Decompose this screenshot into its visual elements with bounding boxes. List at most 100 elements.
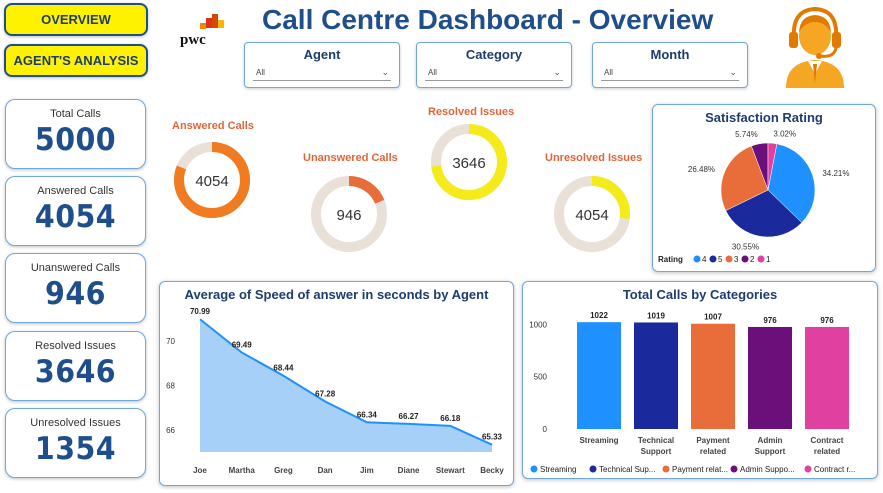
bar-legend-item[interactable]: Payment relat... <box>672 465 728 474</box>
y-tick-label: 66 <box>166 426 175 435</box>
satisfaction-pie-chart: 34.21% 30.55% 26.48% 5.74% 3.02% Rating 4 5 3 2 1 <box>658 129 849 264</box>
y-tick-label: 0 <box>543 425 548 434</box>
speed-of-answer-panel: Average of Speed of answer in seconds by… <box>159 281 514 486</box>
area-data-label: 68.44 <box>273 364 294 373</box>
legend-marker <box>804 465 812 473</box>
donut-value: 3646 <box>452 155 485 172</box>
kpi-value: 5000 <box>34 122 117 158</box>
x-tick-label: Dan <box>318 466 333 475</box>
kpi-label: Unanswered Calls <box>30 262 121 274</box>
x-tick-label: Diane <box>398 466 420 475</box>
pie-legend-item[interactable]: 5 <box>718 255 723 264</box>
kpi-card-unanswered-calls: Unanswered Calls 946 <box>5 253 146 323</box>
chevron-down-icon[interactable]: ⌄ <box>553 65 561 79</box>
bar-technical-support[interactable] <box>634 322 678 429</box>
x-tick-label: Support <box>641 447 672 456</box>
x-tick-label: Contract <box>811 436 844 445</box>
call-center-agent-headset-icon <box>780 4 850 88</box>
pie-legend-item[interactable]: 2 <box>750 255 755 264</box>
legend-marker <box>741 255 749 263</box>
donut-unanswered-calls: 946 <box>311 176 387 252</box>
chevron-down-icon[interactable]: ⌄ <box>729 65 737 79</box>
kpi-label: Resolved Issues <box>35 340 116 352</box>
pie-data-label: 5.74% <box>735 130 758 139</box>
bar-admin-support[interactable] <box>748 326 792 429</box>
category-filter[interactable]: Category All ⌄ <box>416 42 572 88</box>
y-tick-label: 500 <box>534 373 548 382</box>
agent-filter-label: Agent <box>303 47 341 62</box>
agent-filter-value: All <box>256 68 265 77</box>
kpi-value: 1354 <box>34 431 117 467</box>
kpi-label: Unresolved Issues <box>30 417 121 429</box>
agent-filter-select[interactable]: All ⌄ <box>253 66 391 81</box>
area-data-label: 66.27 <box>399 412 420 421</box>
overview-button[interactable]: OVERVIEW <box>4 3 148 36</box>
legend-marker <box>589 465 597 473</box>
pwc-logo: pwc <box>178 14 228 54</box>
bar-legend-item[interactable]: Admin Suppo... <box>740 465 795 474</box>
bar-contract-related[interactable] <box>805 326 849 429</box>
donut-value: 4054 <box>195 173 228 190</box>
bar-legend-item[interactable]: Technical Sup... <box>599 465 655 474</box>
category-filter-label: Category <box>465 47 523 62</box>
x-tick-label: Greg <box>274 466 293 475</box>
pie-legend-item[interactable]: 4 <box>702 255 707 264</box>
x-tick-label: Streaming <box>579 436 618 445</box>
area-fill <box>200 319 492 452</box>
x-tick-label: Admin <box>758 436 783 445</box>
kpi-card-total-calls: Total Calls 5000 <box>5 99 146 169</box>
kpi-value: 3646 <box>34 354 117 390</box>
bar-data-label: 976 <box>820 316 834 325</box>
legend-marker <box>757 255 765 263</box>
kpi-label: Answered Calls <box>37 185 114 197</box>
bar-payment-related[interactable] <box>691 323 735 429</box>
bar-data-label: 1022 <box>590 311 608 320</box>
pie-data-label: 26.48% <box>688 165 715 174</box>
x-tick-label: Jim <box>360 466 374 475</box>
x-tick-label: Martha <box>229 466 256 475</box>
x-tick-label: related <box>700 447 726 456</box>
bar-legend-item[interactable]: Streaming <box>540 465 576 474</box>
pie-legend-item[interactable]: 1 <box>766 255 771 264</box>
x-tick-label: related <box>814 447 840 456</box>
pie-data-label: 30.55% <box>732 242 759 251</box>
bar-data-label: 1007 <box>704 313 722 322</box>
legend-marker <box>730 465 738 473</box>
area-data-label: 66.34 <box>357 410 378 419</box>
total-calls-by-categories-panel: Total Calls by Categories 1000 500 0 1022 1… <box>522 281 878 479</box>
pie-data-label: 3.02% <box>773 129 796 138</box>
month-filter-select[interactable]: All ⌄ <box>601 66 739 81</box>
donut-unresolved-issues: 4054 <box>554 176 630 252</box>
bar-data-label: 1019 <box>647 311 665 320</box>
agent-filter[interactable]: Agent All ⌄ <box>244 42 400 88</box>
pie-legend-item[interactable]: 3 <box>734 255 739 264</box>
x-tick-label: Support <box>755 447 786 456</box>
legend-marker <box>662 465 670 473</box>
donut-value: 4054 <box>575 207 608 224</box>
y-tick-label: 1000 <box>529 320 547 329</box>
area-data-label: 70.99 <box>190 307 211 316</box>
area-data-label: 69.49 <box>232 340 253 349</box>
kpi-card-resolved-issues: Resolved Issues 3646 <box>5 331 146 401</box>
kpi-card-unresolved-issues: Unresolved Issues 1354 <box>5 408 146 478</box>
page-title: Call Centre Dashboard - Overview <box>262 4 714 35</box>
pie-legend-title: Rating <box>658 255 683 264</box>
legend-marker <box>530 465 538 473</box>
month-filter[interactable]: Month All ⌄ <box>592 42 748 88</box>
kpi-value: 4054 <box>34 199 117 235</box>
x-tick-label: Payment <box>696 436 730 445</box>
x-tick-label: Joe <box>193 466 207 475</box>
pwc-logo-text: pwc <box>180 32 206 48</box>
donut-answered-calls: 4054 <box>174 142 250 218</box>
bar-data-label: 976 <box>763 316 777 325</box>
chevron-down-icon[interactable]: ⌄ <box>381 65 389 79</box>
donut-value: 946 <box>336 207 361 224</box>
donut-label-answered: Answered Calls <box>172 120 254 132</box>
agents-analysis-button[interactable]: AGENT'S ANALYSIS <box>4 44 148 77</box>
y-tick-label: 70 <box>166 337 175 346</box>
y-tick-label: 68 <box>166 382 175 391</box>
category-filter-select[interactable]: All ⌄ <box>425 66 563 81</box>
x-tick-label: Becky <box>480 466 504 475</box>
bar-streaming[interactable] <box>577 322 621 429</box>
bar-legend-item[interactable]: Contract r... <box>814 465 855 474</box>
